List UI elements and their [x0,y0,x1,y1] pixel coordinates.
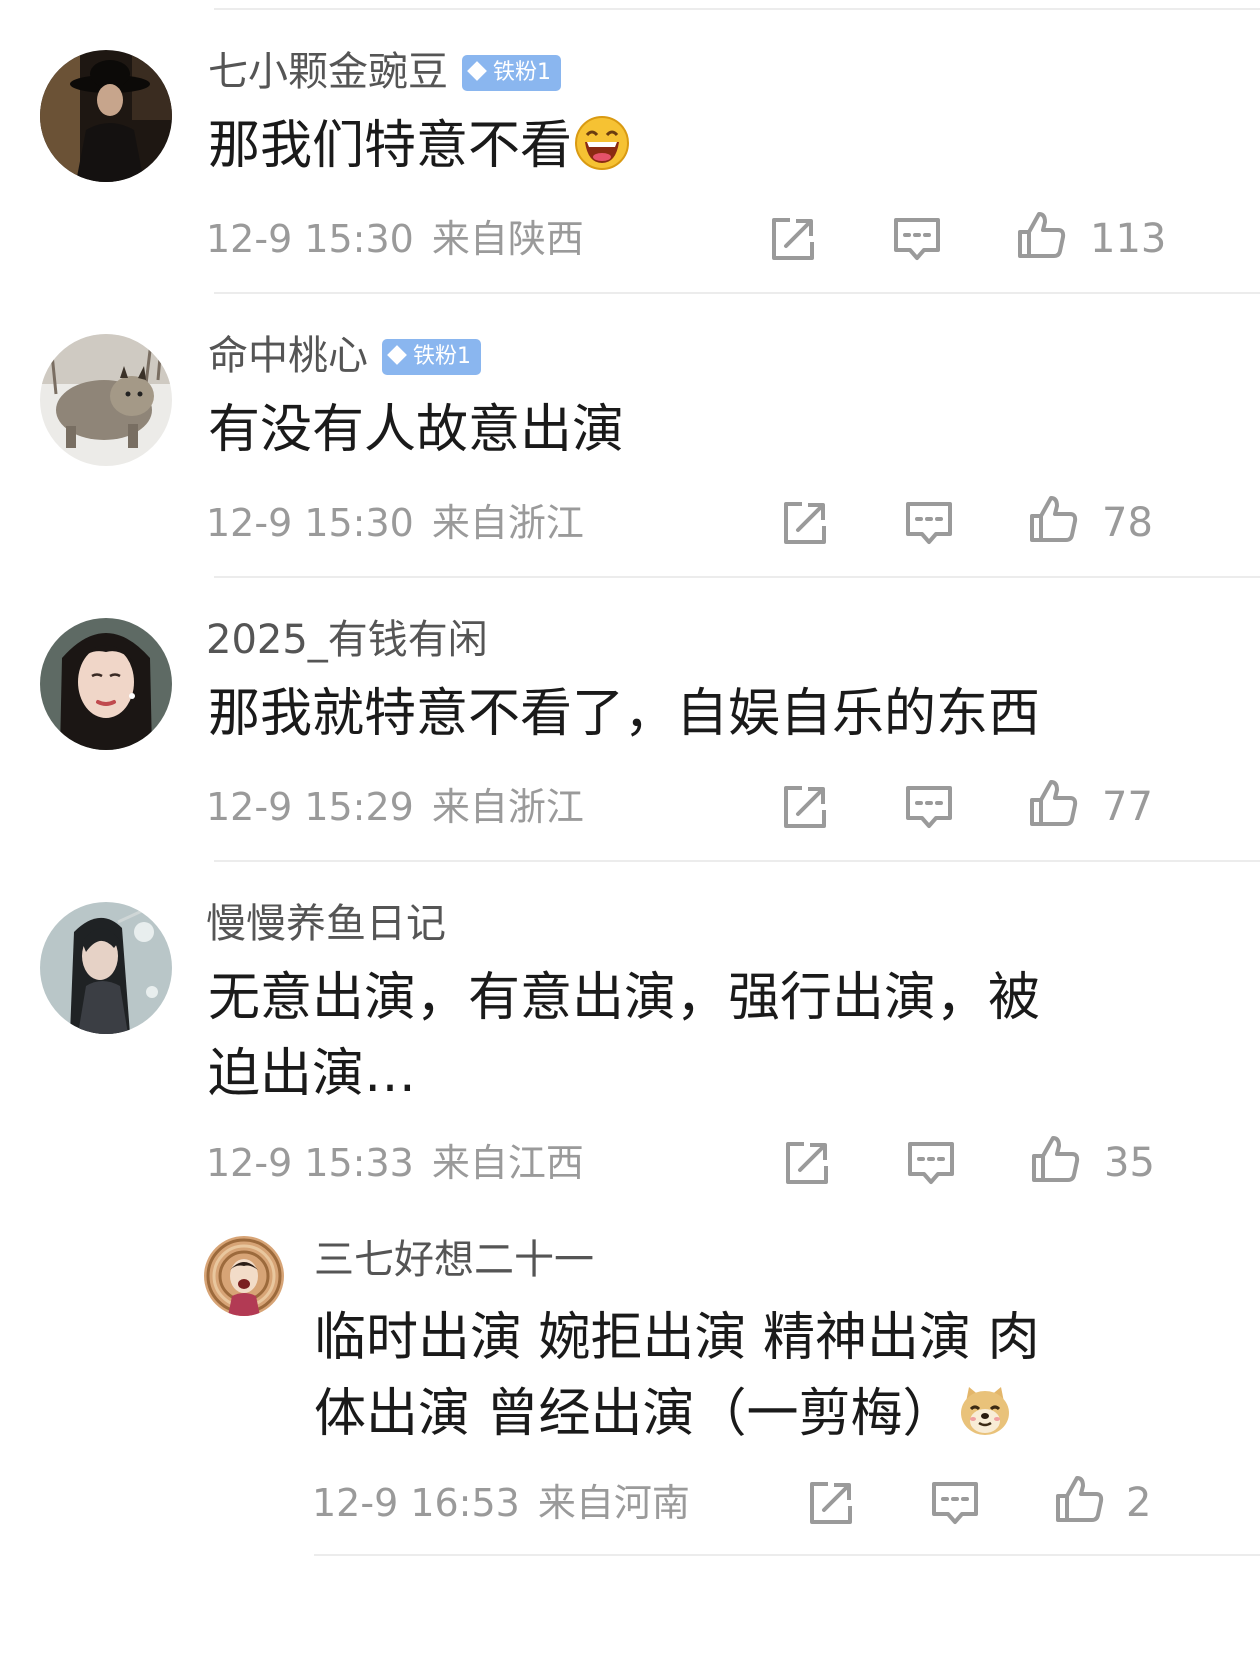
comment-text-line: 临时出演 婉拒出演 精神出演 肉 [314,1308,1040,1368]
comment-button[interactable] [928,1476,982,1530]
username[interactable]: 命中桃心 铁粉1 [208,332,481,380]
comment-text-line: 迫出演… [208,1044,417,1104]
comment-icon [932,1482,978,1524]
comment-meta: 12-9 15:29 来自浙江 [206,784,584,830]
comment-list: 七小颗金豌豆 铁粉1 那我们特意不看 12-9 15:30 来自陕西 113 命… [0,0,1260,1664]
comment-button[interactable] [890,212,944,266]
like-count: 113 [1090,216,1167,262]
share-icon [784,786,826,828]
like-button[interactable] [1052,1472,1106,1526]
comment-text: 那我们特意不看 [208,108,630,192]
timestamp: 12-9 15:30 [206,501,414,545]
username[interactable]: 三七好想二十一 [314,1236,594,1284]
divider [214,292,1260,294]
like-count: 2 [1126,1480,1152,1526]
share-icon [786,1142,828,1184]
comment-text-body: 有没有人故意出演 [208,400,625,460]
username[interactable]: 2025_有钱有闲 [206,616,488,664]
thumbs-up-icon [1032,1136,1080,1182]
thumbs-up-icon [1056,1476,1104,1522]
location: 来自河南 [537,1481,690,1525]
avatar[interactable] [204,1236,284,1316]
avatar[interactable] [40,50,172,182]
comment-text-line: 体出演 曾经出演（一剪梅） [314,1384,955,1444]
comment-meta: 12-9 15:30 来自浙江 [206,500,584,546]
avatar[interactable] [40,618,172,750]
username-text[interactable]: 七小颗金豌豆 [208,49,448,95]
timestamp: 12-9 15:30 [206,217,414,261]
divider [214,860,1260,862]
like-button[interactable] [1028,1132,1082,1186]
timestamp: 12-9 15:29 [206,785,414,829]
comment-button[interactable] [904,1136,958,1190]
doge-emoji [957,1383,1013,1460]
laughing-face-emoji [574,115,630,192]
like-button[interactable] [1014,208,1068,262]
thumbs-up-icon [1030,780,1078,826]
comment-text: 临时出演 婉拒出演 精神出演 肉 体出演 曾经出演（一剪梅） [314,1300,1040,1460]
fan-badge: 铁粉1 [382,339,481,375]
comment-meta: 12-9 15:33 来自江西 [206,1140,584,1186]
avatar[interactable] [40,334,172,466]
comment-meta: 12-9 16:53 来自河南 [312,1480,690,1526]
username-text[interactable]: 2025_有钱有闲 [206,617,488,663]
like-button[interactable] [1026,776,1080,830]
badge-label: 铁粉1 [493,60,551,85]
like-count: 78 [1102,500,1153,546]
comment-text-line: 无意出演，有意出演，强行出演，被 [208,968,1041,1028]
comment-button[interactable] [902,780,956,834]
share-button[interactable] [766,212,820,266]
comment-icon [906,502,952,544]
comment-text: 无意出演，有意出演，强行出演，被 迫出演… [208,960,1040,1112]
username-text[interactable]: 慢慢养鱼日记 [206,901,446,947]
timestamp: 12-9 16:53 [312,1481,520,1525]
share-icon [784,502,826,544]
like-count: 77 [1102,784,1153,830]
fan-badge: 铁粉1 [462,55,561,91]
share-button[interactable] [778,780,832,834]
share-button[interactable] [780,1136,834,1190]
diamond-icon [467,61,487,81]
share-icon [810,1482,852,1524]
divider [314,1554,1260,1556]
username[interactable]: 慢慢养鱼日记 [206,900,446,948]
timestamp: 12-9 15:33 [206,1141,414,1185]
share-button[interactable] [804,1476,858,1530]
location: 来自江西 [431,1141,584,1185]
avatar[interactable] [40,902,172,1034]
comment-text: 有没有人故意出演 [208,392,624,468]
divider [214,8,1260,10]
like-button[interactable] [1026,492,1080,546]
share-icon [772,218,814,260]
username-text[interactable]: 命中桃心 [208,333,368,379]
location: 来自浙江 [431,785,584,829]
comment-icon [906,786,952,828]
share-button[interactable] [778,496,832,550]
divider [214,576,1260,578]
comment-text-body: 那我们特意不看 [208,116,573,176]
diamond-icon [387,345,407,365]
badge-label: 铁粉1 [413,344,471,369]
location: 来自浙江 [431,501,584,545]
comment-text-body: 那我就特意不看了，自娱自乐的东西 [208,684,1041,744]
comment-icon [894,218,940,260]
username-text[interactable]: 三七好想二十一 [314,1237,594,1283]
thumbs-up-icon [1018,212,1066,258]
comment-icon [908,1142,954,1184]
thumbs-up-icon [1030,496,1078,542]
comment-meta: 12-9 15:30 来自陕西 [206,216,584,262]
location: 来自陕西 [431,217,584,261]
comment-button[interactable] [902,496,956,550]
comment-text: 那我就特意不看了，自娱自乐的东西 [208,676,1040,752]
like-count: 35 [1104,1140,1155,1186]
username[interactable]: 七小颗金豌豆 铁粉1 [208,48,561,96]
